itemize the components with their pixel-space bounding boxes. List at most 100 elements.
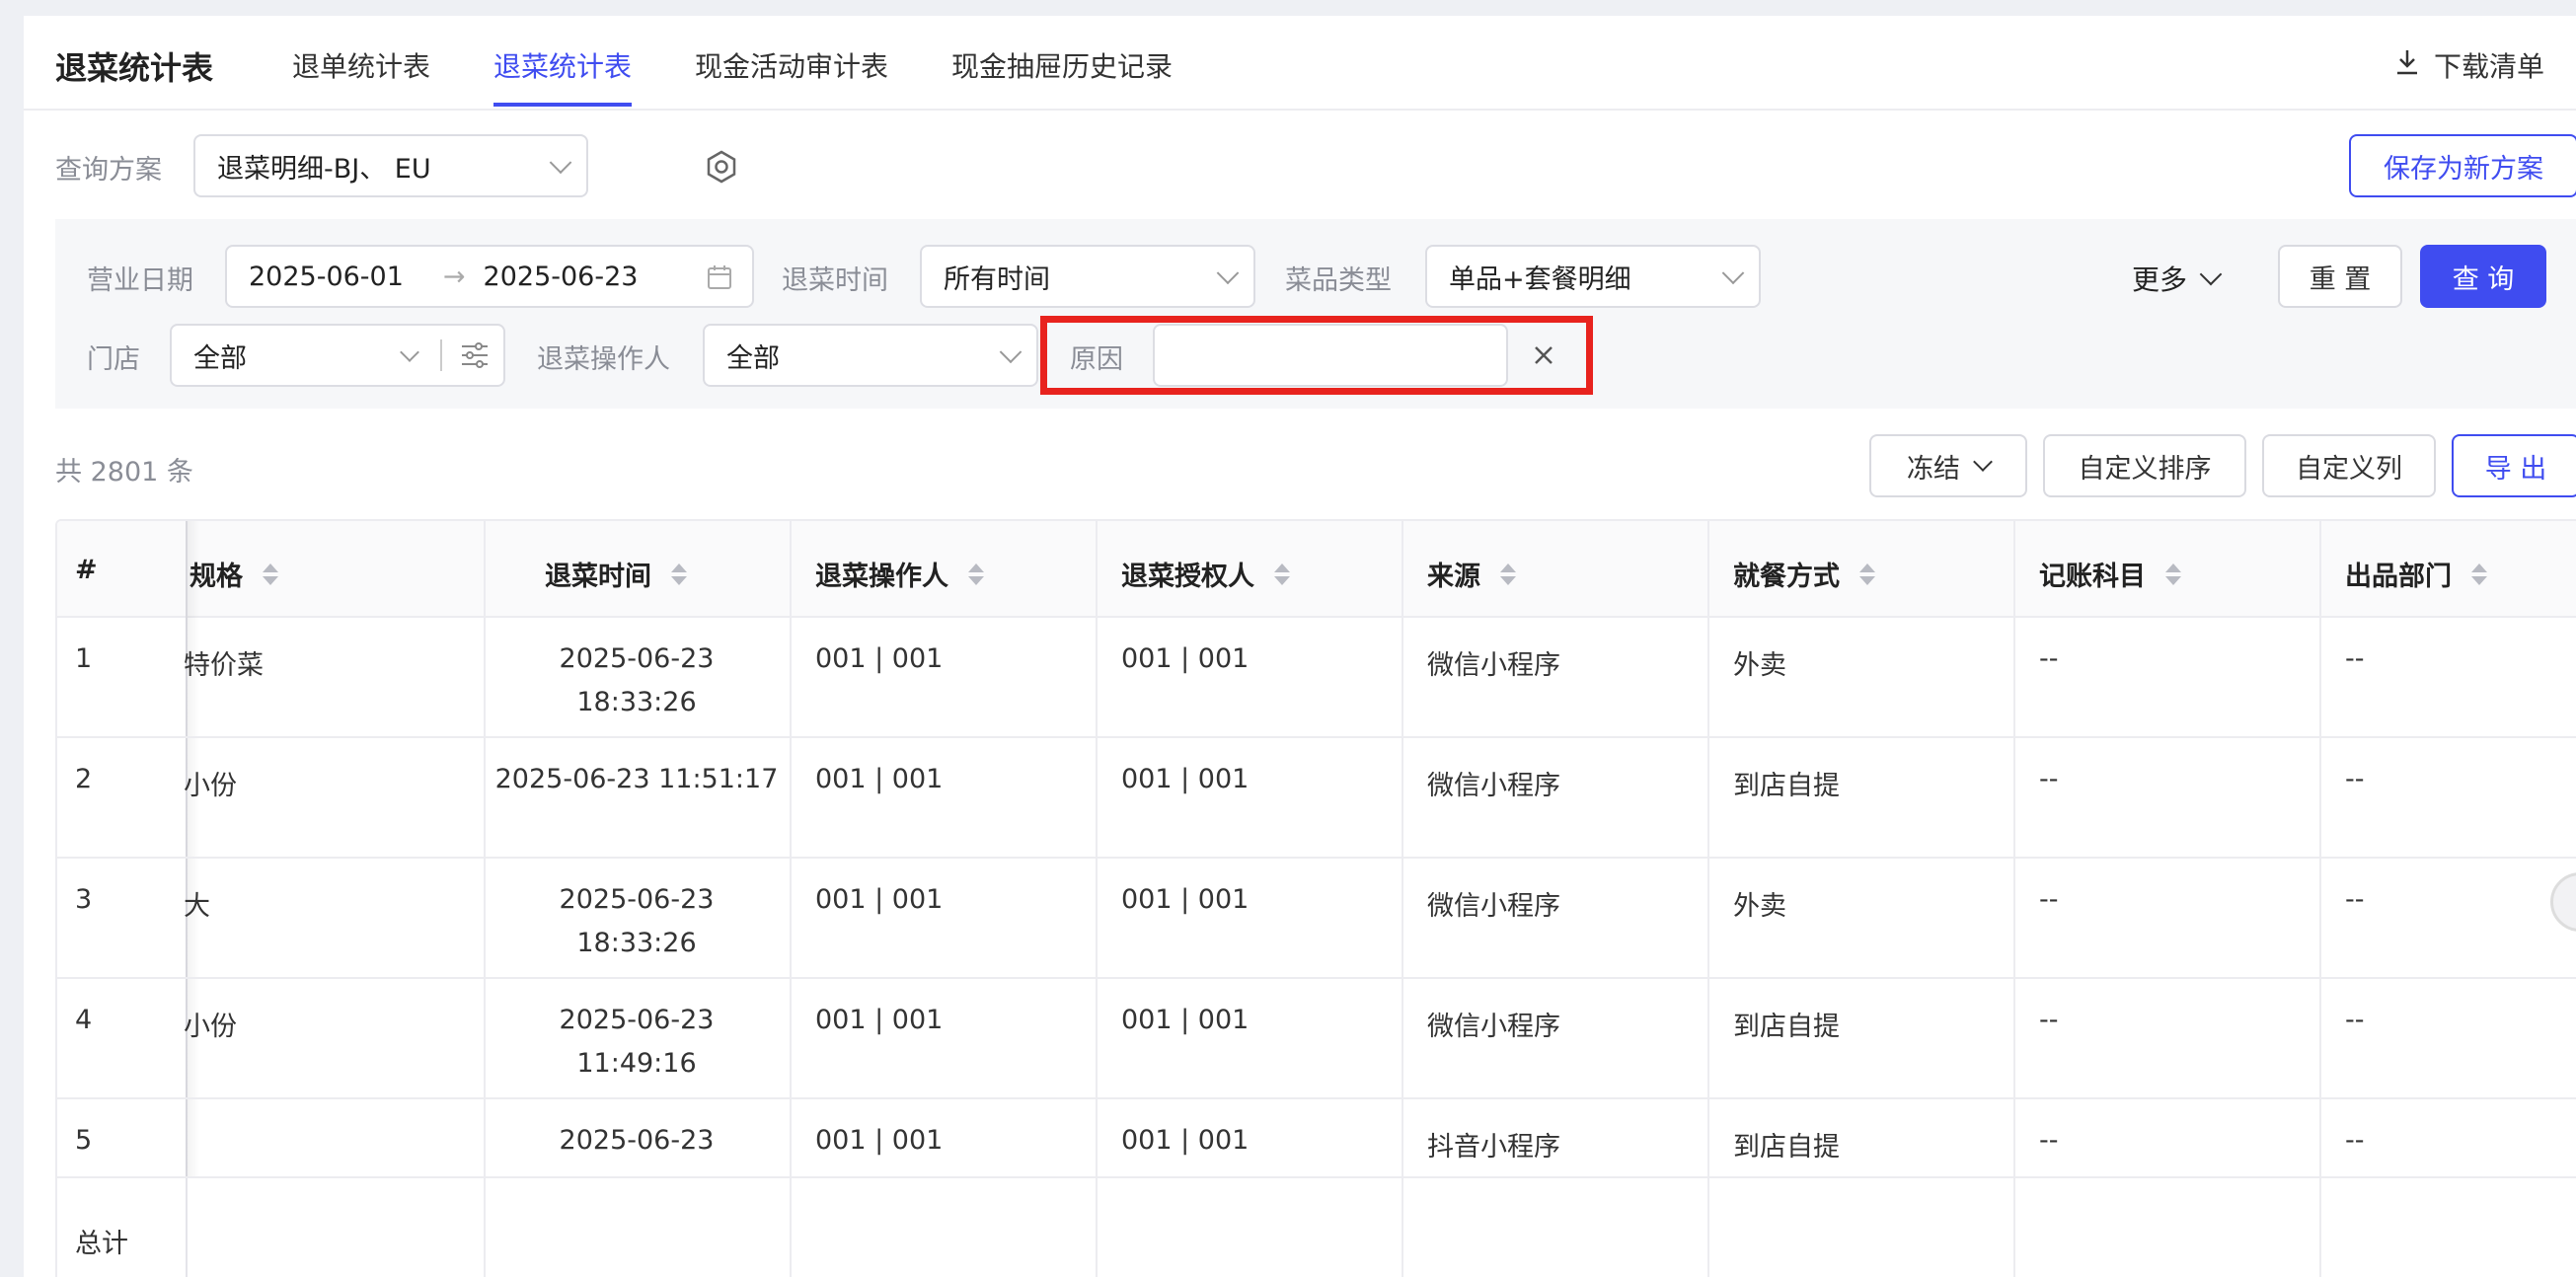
tab-cash-drawer-history[interactable]: 现金抽屉历史记录 [951, 45, 1173, 85]
column-header-authorizer[interactable]: 退菜授权人 [1121, 555, 1290, 593]
download-label: 下载清单 [2433, 50, 2544, 83]
tab-order-return[interactable]: 退单统计表 [292, 45, 430, 85]
date-start: 2025-06-01 [249, 261, 404, 292]
column-header-operator-label: 退菜操作人 [815, 562, 948, 592]
cell-operator: 001 | 001 [815, 764, 944, 794]
active-tab-indicator [493, 103, 632, 107]
dish-type-label: 菜品类型 [1285, 265, 1392, 296]
cell-authorizer: 001 | 001 [1121, 643, 1250, 674]
custom-sort-button[interactable]: 自定义排序 [2043, 434, 2246, 497]
reset-button[interactable]: 重 置 [2278, 245, 2402, 308]
cell-source: 微信小程序 [1427, 891, 1560, 922]
query-button[interactable]: 查 询 [2420, 245, 2546, 308]
cell-source: 微信小程序 [1427, 771, 1560, 801]
chevron-down-icon [1721, 262, 1745, 285]
column-header-dining-mode[interactable]: 就餐方式 [1733, 555, 1875, 593]
store-select[interactable]: 全部 [170, 324, 505, 387]
operator-select[interactable]: 全部 [703, 324, 1038, 387]
cell-authorizer: 001 | 001 [1121, 1005, 1250, 1035]
tab-cash-activity-audit[interactable]: 现金活动审计表 [695, 45, 888, 85]
sort-icon[interactable] [671, 563, 687, 585]
return-time-value: 所有时间 [944, 263, 1050, 295]
column-divider [1096, 1178, 1098, 1277]
download-list-button[interactable]: 下载清单 [2394, 45, 2544, 85]
return-time-select[interactable]: 所有时间 [920, 245, 1255, 308]
query-plan-value: 退菜明细-BJ、 EU [217, 153, 431, 185]
column-divider [484, 1178, 486, 1277]
sort-icon[interactable] [263, 563, 278, 585]
sort-icon[interactable] [968, 563, 984, 585]
row-divider [57, 977, 2576, 979]
cell-return-time-2: 18:33:26 [576, 928, 697, 958]
cell-authorizer: 001 | 001 [1121, 884, 1250, 915]
row-index: 5 [75, 1125, 93, 1156]
column-divider [1096, 521, 1098, 1277]
table-header-row [57, 521, 2576, 618]
dish-type-value: 单品+套餐明细 [1449, 263, 1631, 295]
cell-output-dept: -- [2345, 764, 2365, 794]
chevron-down-icon [2199, 263, 2223, 286]
chevron-down-icon [999, 340, 1023, 364]
business-date-range-picker[interactable]: 2025-06-01 → 2025-06-23 [225, 245, 754, 308]
tab-dish-return[interactable]: 退菜统计表 [493, 45, 632, 85]
column-divider [1707, 521, 1709, 1277]
custom-columns-button[interactable]: 自定义列 [2262, 434, 2436, 497]
cell-account: -- [2039, 764, 2059, 794]
cell-account: -- [2039, 1125, 2059, 1156]
data-table: # 规格 退菜时间 退菜操作人 退菜授权人 来源 就餐方式 记账科目 出品部门 … [55, 519, 2576, 1277]
save-as-new-plan-button[interactable]: 保存为新方案 [2349, 134, 2576, 197]
cell-spec: 小份 [184, 1012, 237, 1042]
cell-source: 抖音小程序 [1427, 1132, 1560, 1163]
freeze-button[interactable]: 冻结 [1869, 434, 2027, 497]
column-divider [2013, 521, 2015, 1277]
cell-source: 微信小程序 [1427, 1012, 1560, 1042]
filter-settings-icon[interactable] [460, 341, 490, 376]
highlight-box [1040, 316, 1593, 395]
column-divider [1707, 1178, 1709, 1277]
column-header-output-dept[interactable]: 出品部门 [2345, 555, 2487, 593]
sort-icon[interactable] [1859, 563, 1875, 585]
business-date-label: 营业日期 [87, 265, 193, 296]
dish-type-select[interactable]: 单品+套餐明细 [1425, 245, 1761, 308]
column-header-output-dept-label: 出品部门 [2345, 562, 2452, 592]
cell-return-time-2: 18:33:26 [576, 687, 697, 717]
cell-dining-mode: 到店自提 [1733, 1012, 1840, 1042]
cell-output-dept: -- [2345, 643, 2365, 674]
column-header-authorizer-label: 退菜授权人 [1121, 562, 1254, 592]
cell-dining-mode: 外卖 [1733, 650, 1786, 681]
row-index: 2 [75, 764, 93, 794]
more-filters-toggle[interactable]: 更多 [2132, 259, 2223, 298]
column-divider [1402, 1178, 1403, 1277]
sort-icon[interactable] [2471, 563, 2487, 585]
cell-return-time: 2025-06-23 [559, 1125, 715, 1156]
column-header-return-time[interactable]: 退菜时间 [545, 555, 687, 593]
cell-output-dept: -- [2345, 1005, 2365, 1035]
date-range-arrow: → [442, 261, 466, 292]
cell-return-time: 2025-06-23 [559, 1005, 715, 1035]
cell-dining-mode: 到店自提 [1733, 1132, 1840, 1163]
sort-icon[interactable] [2165, 563, 2181, 585]
column-header-spec[interactable]: 规格 [189, 555, 278, 593]
sort-icon[interactable] [1274, 563, 1290, 585]
cell-dining-mode: 到店自提 [1733, 771, 1840, 801]
cell-operator: 001 | 001 [815, 884, 944, 915]
column-divider [790, 1178, 792, 1277]
column-divider [2013, 1178, 2015, 1277]
chevron-down-icon [1973, 452, 1993, 472]
total-count: 共 2801 条 [55, 457, 193, 488]
sort-icon[interactable] [1500, 563, 1516, 585]
export-button[interactable]: 导 出 [2452, 434, 2576, 497]
column-divider [186, 1178, 188, 1277]
column-header-account[interactable]: 记账科目 [2039, 555, 2181, 593]
header: 退菜统计表 退单统计表 退菜统计表 现金活动审计表 现金抽屉历史记录 下载清单 [24, 16, 2576, 111]
row-divider [57, 857, 2576, 859]
cell-return-time: 2025-06-23 [559, 884, 715, 915]
report-card: 退菜统计表 退单统计表 退菜统计表 现金活动审计表 现金抽屉历史记录 下载清单 … [24, 16, 2576, 1277]
column-header-operator[interactable]: 退菜操作人 [815, 555, 984, 593]
store-label: 门店 [87, 344, 140, 375]
column-header-source[interactable]: 来源 [1427, 555, 1516, 593]
query-plan-select[interactable]: 退菜明细-BJ、 EU [193, 134, 588, 197]
divider [440, 339, 442, 371]
settings-icon[interactable] [705, 150, 738, 188]
cell-dining-mode: 外卖 [1733, 891, 1786, 922]
